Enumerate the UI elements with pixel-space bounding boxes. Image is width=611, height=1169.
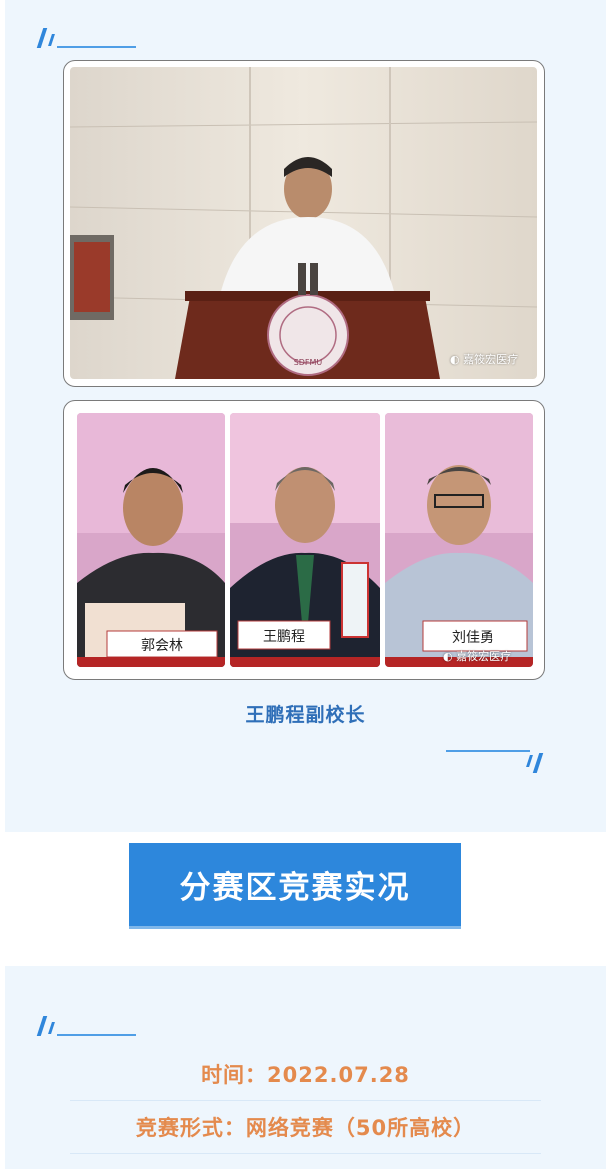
nameplate-2: 王鹏程 bbox=[263, 629, 305, 645]
info-separator-2 bbox=[70, 1153, 541, 1154]
speaker-1-photo: 郭会林 bbox=[77, 413, 225, 667]
watermark-text: ◐ 嘉筱宏医疗 bbox=[450, 353, 519, 366]
speaker-2-image: 王鹏程 bbox=[230, 413, 380, 667]
speaker-3-image: 刘佳勇 bbox=[385, 413, 533, 667]
section-heading: 分赛区竞赛实况 bbox=[129, 843, 461, 926]
watermark-text-2: ◐ 嘉筱宏医疗 bbox=[443, 650, 512, 663]
nameplate-3: 刘佳勇 bbox=[452, 630, 494, 646]
event-format: 竞赛形式：网络竞赛（50所高校） bbox=[135, 1116, 476, 1140]
speaker-3-photo: 刘佳勇 ◐ 嘉筱宏医疗 bbox=[385, 413, 533, 667]
watermark-label-2: 嘉筱宏医疗 bbox=[456, 650, 512, 663]
corner-decoration-bottom-card bbox=[0, 1010, 140, 1040]
speaker-photo: SDFMU ◐ 嘉筱宏医疗 bbox=[70, 67, 537, 379]
corner-decoration-bottom-right bbox=[440, 745, 560, 785]
corner-decoration-top-left bbox=[0, 0, 140, 60]
podium-emblem-text: SDFMU bbox=[294, 358, 323, 367]
photo-frame-speaker: SDFMU ◐ 嘉筱宏医疗 bbox=[63, 60, 545, 387]
nameplate-1: 郭会林 bbox=[141, 637, 183, 654]
watermark-label: 嘉筱宏医疗 bbox=[463, 353, 519, 366]
event-time: 时间：2022.07.28 bbox=[201, 1063, 410, 1087]
photo-caption: 王鹏程副校长 bbox=[245, 704, 366, 726]
info-separator bbox=[70, 1100, 541, 1101]
speaker-2-photo: 王鹏程 bbox=[230, 413, 380, 667]
photo-frame-speakers: 郭会林 王鹏程 刘佳勇 ◐ 嘉筱宏医疗 bbox=[63, 400, 545, 680]
speaker-1-image: 郭会林 bbox=[77, 413, 225, 667]
section-heading-text: 分赛区竞赛实况 bbox=[179, 870, 411, 906]
speaker-photo-image: SDFMU bbox=[70, 67, 537, 379]
